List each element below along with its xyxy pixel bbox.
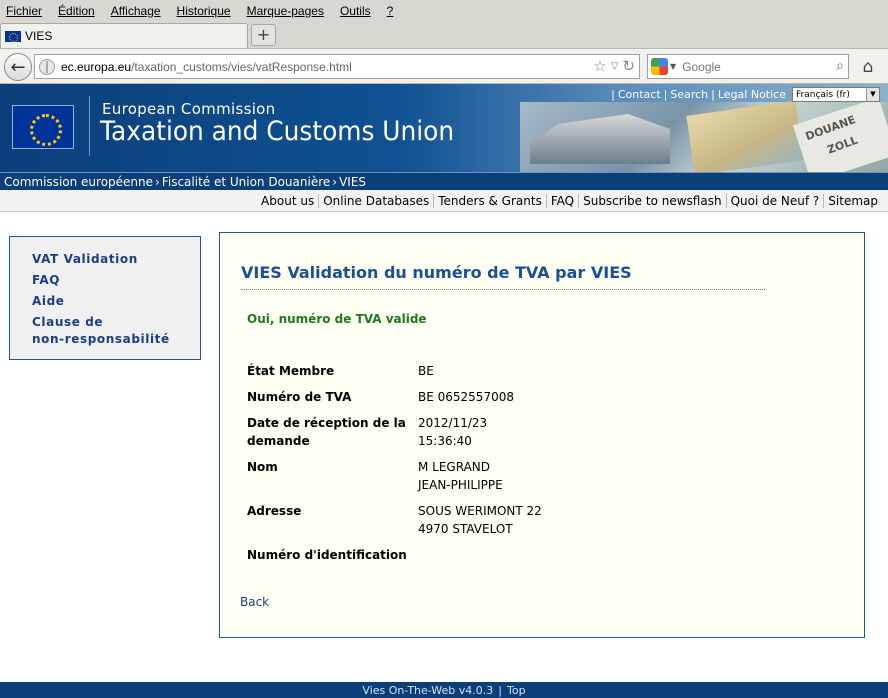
dropdown-arrow-icon[interactable]: ▽ (611, 61, 619, 72)
chevron-down-icon: ▼ (866, 88, 879, 101)
tab-vies[interactable]: VIES (0, 23, 248, 48)
url-host: ec.europa.eu (61, 59, 132, 74)
menu-outils[interactable]: Outils (340, 4, 371, 18)
request-date-label-line2: demande (247, 434, 310, 448)
address-value: SOUS WERIMONT 22 4970 STAVELOT (418, 502, 542, 538)
sitemap-link[interactable]: Sitemap (823, 193, 882, 208)
menu-affichage[interactable]: Affichage (111, 4, 161, 18)
reload-icon[interactable]: ↻ (622, 57, 635, 75)
url-path: /taxation_customs/vies/vatResponse.html (131, 59, 352, 74)
address-line2: 4970 STAVELOT (418, 522, 513, 536)
menu-edition[interactable]: Édition (58, 4, 95, 18)
nav-disclaimer-line2: non-responsabilité (32, 332, 170, 346)
banner-divider (89, 96, 90, 156)
about-us-link[interactable]: About us (257, 194, 318, 208)
back-link[interactable]: Back (240, 595, 269, 609)
faq-link[interactable]: FAQ (545, 193, 578, 208)
eu-flag-favicon-icon (5, 30, 21, 42)
breadcrumb-fiscalite[interactable]: Fiscalité et Union Douanière (162, 175, 330, 189)
valid-message: Oui, numéro de TVA valide (247, 312, 427, 326)
address-line1: SOUS WERIMONT 22 (418, 504, 542, 518)
nav-disclaimer[interactable]: Clause de non-responsabilité (32, 314, 200, 348)
request-date-label-line1: Date de réception de la (247, 416, 406, 430)
name-line2: JEAN-PHILIPPE (418, 478, 503, 492)
tenders-grants-link[interactable]: Tenders & Grants (433, 193, 546, 208)
magnifier-icon[interactable]: ⌕ (836, 58, 844, 74)
site-banner: European Commission Taxation and Customs… (0, 84, 888, 172)
name-label: Nom (247, 460, 278, 474)
service-links-bar: About us Online Databases Tenders & Gran… (0, 190, 888, 212)
globe-icon (39, 58, 55, 75)
result-title: VIES Validation du numéro de TVA par VIE… (241, 263, 632, 282)
menu-historique[interactable]: Historique (177, 4, 231, 18)
arrow-left-icon: ← (10, 56, 26, 78)
nav-disclaimer-line1: Clause de (32, 315, 104, 329)
footer-version: Vies On-The-Web v4.0.3 (362, 683, 494, 697)
breadcrumb-vies[interactable]: VIES (339, 175, 366, 189)
quoi-de-neuf-link[interactable]: Quoi de Neuf ? (725, 193, 824, 208)
request-time: 15:36:40 (418, 434, 472, 448)
name-line1: M LEGRAND (418, 460, 491, 474)
tab-strip: VIES + (0, 22, 888, 48)
site-name: Taxation and Customs Union (100, 116, 455, 147)
request-date-value: 2012/11/23 15:36:40 (418, 414, 487, 450)
member-state-value: BE (418, 364, 434, 378)
footer-top-link[interactable]: Top (507, 684, 526, 697)
identification-number-label: Numéro d'identification (247, 548, 407, 562)
search-link[interactable]: Search (670, 88, 708, 101)
vat-result-panel: VIES Validation du numéro de TVA par VIE… (219, 232, 865, 638)
contact-link[interactable]: Contact (618, 88, 661, 101)
address-bar[interactable]: ec.europa.eu/taxation_customs/vies/vatRe… (34, 54, 640, 79)
bookmark-star-icon[interactable]: ☆ (593, 57, 606, 75)
request-date: 2012/11/23 (418, 416, 488, 430)
vat-number-label: Numéro de TVA (247, 390, 352, 404)
nav-aide[interactable]: Aide (32, 293, 200, 310)
subscribe-newsflash-link[interactable]: Subscribe to newsflash (578, 193, 725, 208)
navigation-toolbar: ← ec.europa.eu/taxation_customs/vies/vat… (0, 48, 888, 84)
left-navigation: VAT Validation FAQ Aide Clause de non-re… (9, 236, 201, 360)
page-footer: Vies On-The-Web v4.0.3 | Top (0, 682, 888, 698)
breadcrumb: Commission européenne › Fiscalité et Uni… (0, 172, 888, 190)
menu-bar: Fichier Édition Affichage Historique Mar… (0, 0, 888, 22)
back-button[interactable]: ← (4, 53, 32, 81)
menu-aide[interactable]: ? (387, 4, 394, 18)
request-date-label: Date de réception de la demande (247, 414, 406, 450)
menu-marque-pages[interactable]: Marque-pages (247, 4, 324, 18)
engine-dropdown-icon[interactable]: ▼ (670, 62, 676, 71)
eu-flag-logo (12, 105, 74, 149)
address-label: Adresse (247, 504, 302, 518)
vat-number-value: BE 0652557008 (418, 390, 514, 404)
search-input[interactable] (682, 59, 813, 74)
online-databases-link[interactable]: Online Databases (318, 193, 433, 208)
breadcrumb-commission[interactable]: Commission européenne (4, 175, 153, 189)
language-select[interactable]: Français (fr) ▼ (792, 87, 880, 102)
search-bar[interactable]: ▼ ⌕ (647, 54, 849, 79)
name-value: M LEGRAND JEAN-PHILIPPE (418, 458, 503, 494)
tab-title: VIES (25, 29, 53, 43)
home-icon: ⌂ (862, 57, 874, 77)
nav-vat-validation[interactable]: VAT Validation (32, 251, 200, 268)
language-value: Français (fr) (796, 89, 850, 100)
top-links: | Contact | Search | Legal Notice França… (608, 87, 880, 102)
new-tab-button[interactable]: + (251, 24, 276, 46)
legal-notice-link[interactable]: Legal Notice (718, 88, 786, 101)
title-divider (241, 289, 765, 290)
google-engine-icon[interactable] (651, 58, 668, 75)
home-button[interactable]: ⌂ (856, 55, 880, 79)
nav-faq[interactable]: FAQ (32, 272, 200, 289)
menu-fichier[interactable]: Fichier (6, 4, 42, 18)
member-state-label: État Membre (247, 364, 335, 378)
